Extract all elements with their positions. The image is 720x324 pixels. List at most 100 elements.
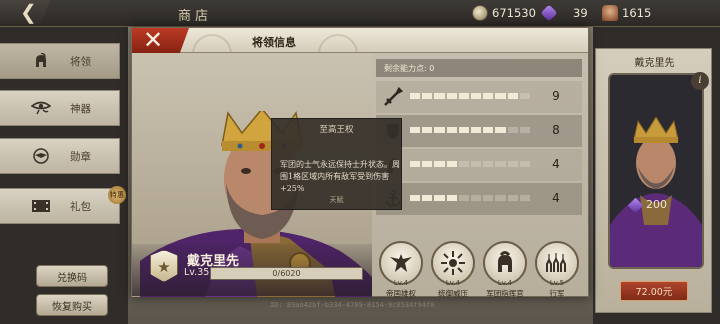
stat-row-cavalry[interactable]: 4 [376,149,582,181]
helmet-value: 1615 [622,6,652,20]
stat-row-defense[interactable]: 8 [376,115,582,147]
sidebar-item-label: 礼包 [70,200,91,213]
xp-bar: 0/6020 [210,267,363,280]
hero-shop-card[interactable]: 戴克里先 i 200 72.00元 [595,48,712,313]
stat-segment [495,93,506,99]
sidebar-item-artifacts[interactable]: 神器 [0,90,120,126]
skill-command-pressure[interactable]: Lv.4 统御威压 [430,241,476,299]
skill-march[interactable]: Lv.5 行军 [534,241,580,299]
talent-tooltip: 至高王权 军团的士气永远保持士升状态。周围1格区域内所有敌军受到伤害+25% 天… [271,118,402,210]
stat-segment [495,127,506,133]
tooltip-footer: 天赋 [329,196,344,204]
sidebar-item-label: 勋章 [70,150,91,163]
sidebar-item-medals[interactable]: 勋章 [0,138,120,174]
skill-level: Lv.4 [393,279,409,287]
stat-segment [434,195,445,201]
stat-segment [410,93,421,99]
stat-segment [471,195,482,201]
sword-icon [382,86,404,107]
shop-title: 商店 [177,9,212,24]
stat-value: 4 [552,191,560,205]
stat-segment [458,93,470,99]
buy-price-button[interactable]: 72.00元 [620,281,688,301]
stat-row-attack[interactable]: 9 [376,81,582,113]
gem-value: 39 [573,6,588,20]
stat-segment [458,195,470,201]
coin-icon [472,5,488,21]
back-arrow-icon: ❮ [20,0,37,24]
stat-segment [410,127,421,133]
stat-segment [519,195,531,201]
coin-value: 671530 [492,6,536,20]
helmet-counter[interactable]: 1615 [602,4,651,22]
stat-value: 8 [552,123,560,137]
skill-legion-commander[interactable]: Lv.4 军团指挥官 [482,241,528,299]
close-icon: ✕ [143,26,164,54]
stat-segment [434,161,445,167]
info-icon[interactable]: i [691,72,709,90]
spartan-helmet-icon [30,53,52,69]
stat-segment [410,195,421,201]
stat-segment [483,93,494,99]
eye-of-horus-icon [30,100,52,116]
modal-title: 将领信息 [252,36,296,49]
stat-segment [471,127,482,133]
player-id-text: ID: 89aa42bf-b334-4709-8154-9c0534f94f0 [270,301,435,309]
stat-bar [410,195,531,201]
close-button[interactable]: ✕ [132,28,189,53]
stat-segment [422,127,433,133]
stat-segment [422,195,433,201]
stat-segment [446,161,457,167]
card-hero-name: 戴克里先 [634,58,675,69]
redeem-code-button[interactable]: 兑换码 [36,265,108,287]
stat-segment [458,127,470,133]
stat-segment [422,93,433,99]
gem-counter[interactable]: 39 [540,4,588,22]
stat-segment [507,161,518,167]
stat-segment [507,127,518,133]
helmet-icon [602,5,618,21]
top-bar: ❮ 商店 671530 39 1615 [0,0,720,27]
stat-segment [422,161,433,167]
skill-name: 行军 [549,289,565,298]
skill-level: Lv.4 [445,279,461,287]
stat-segment [483,195,494,201]
skill-name: 帝国雄权 [386,289,416,298]
sidebar-item-label: 神器 [70,102,91,115]
tooltip-title: 至高王权 [319,125,354,135]
stat-segment [471,93,482,99]
stat-segment [446,127,457,133]
stat-segment [519,127,531,133]
skill-imperial-might[interactable]: Lv.4 帝国雄权 [378,241,424,299]
sale-badge: 特惠 [108,186,126,204]
stat-segment [507,195,518,201]
card-power-value: 200 [646,198,667,211]
stat-segment [495,161,506,167]
stat-segment [458,161,470,167]
stat-bar [410,93,531,99]
eagle-medal-icon [30,148,52,164]
stat-segment [410,161,421,167]
sidebar-item-label: 将领 [70,55,91,68]
hero-level: Lv.35 [184,267,210,278]
stat-value: 9 [552,89,560,103]
stat-segment [483,161,494,167]
stat-bar [410,127,531,133]
sidebar-item-packs[interactable]: 礼包 [0,188,120,224]
restore-purchase-button[interactable]: 恢复购买 [36,294,108,316]
sidebar-item-generals[interactable]: 将领 [0,43,120,79]
stat-segment [434,93,445,99]
skill-name: 军团指挥官 [486,289,524,298]
stat-segment [519,93,531,99]
film-chest-icon [30,198,52,214]
stat-row-naval[interactable]: 4 [376,183,582,215]
stat-segment [446,93,457,99]
stat-segment [483,127,494,133]
skill-level: Lv.4 [497,279,513,287]
back-button[interactable]: ❮ [0,0,50,26]
remaining-points: 剩余能力点: 0 [376,59,582,77]
stat-segment [471,161,482,167]
coin-counter[interactable]: 671530 [472,4,536,22]
gem-icon [540,4,558,22]
skill-level: Lv.5 [549,279,565,287]
